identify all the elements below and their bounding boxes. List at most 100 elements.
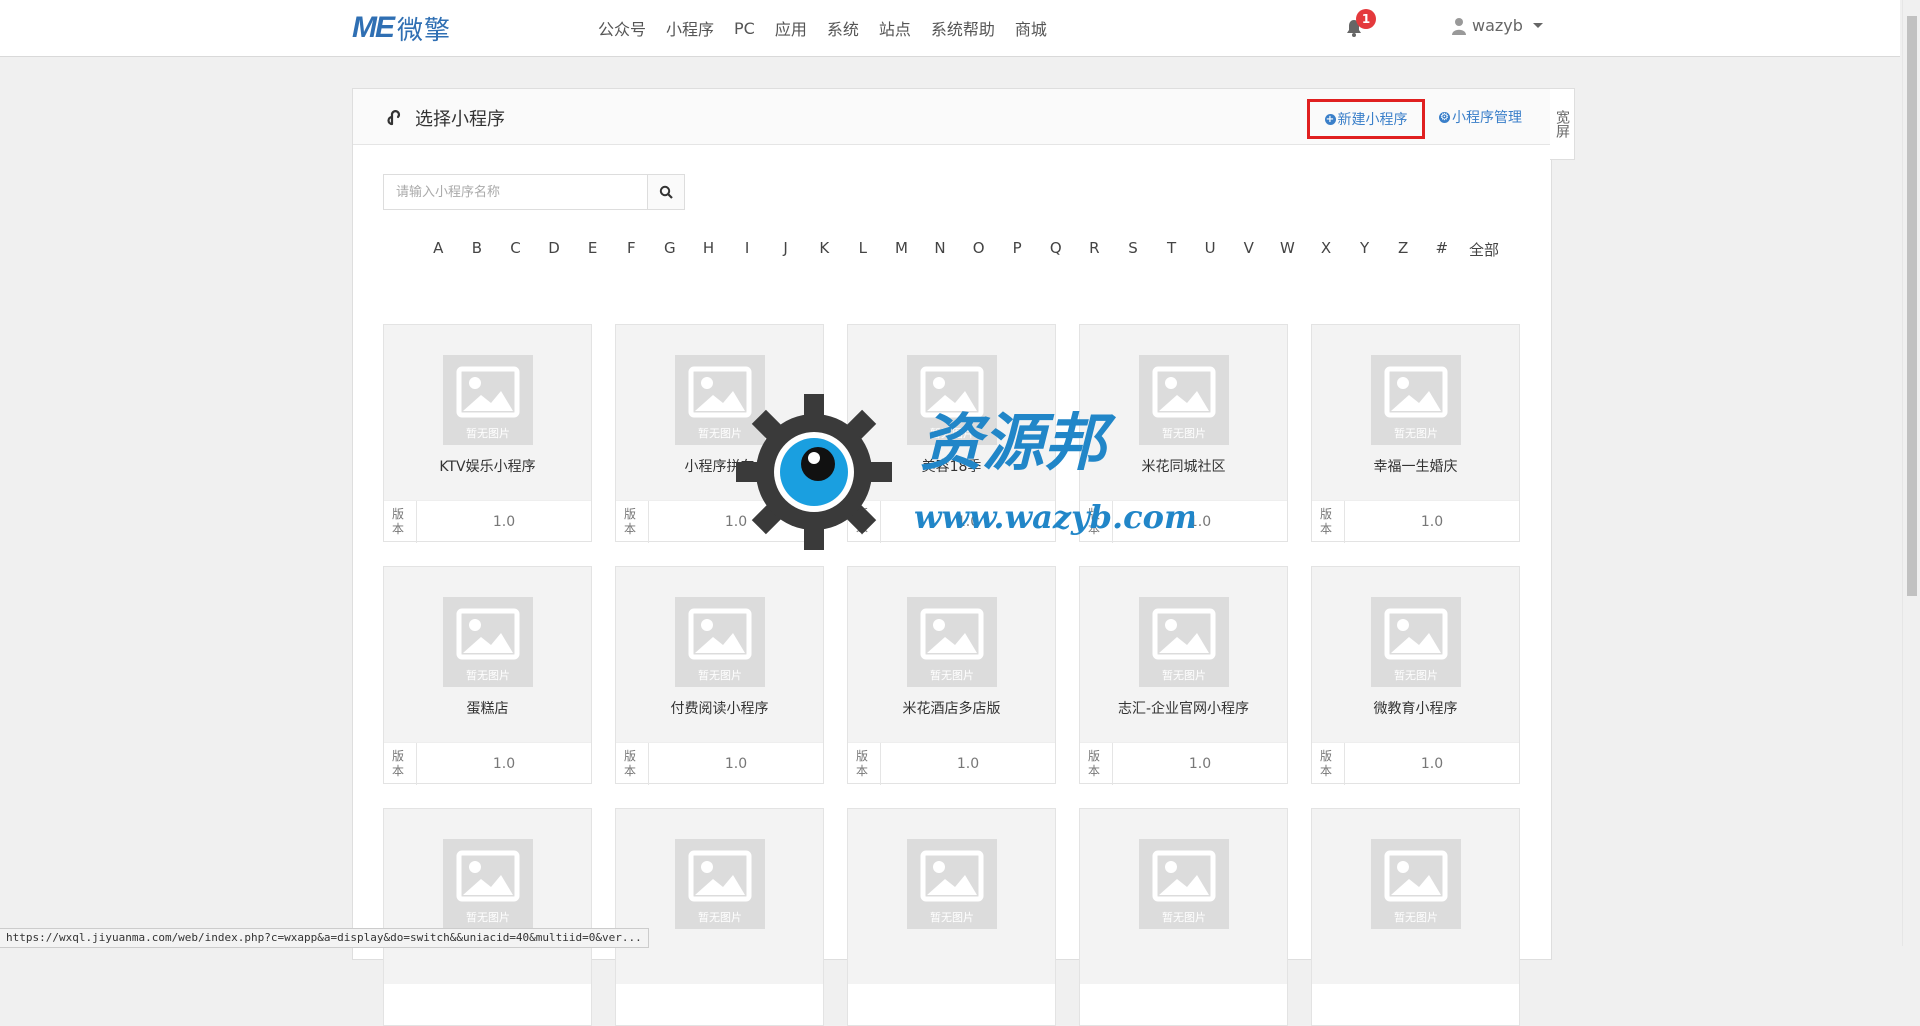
letter-filter-item[interactable]: A bbox=[419, 239, 458, 260]
letter-filter-item[interactable]: S bbox=[1114, 239, 1153, 260]
new-mini-program-button[interactable]: + 新建小程序 bbox=[1307, 99, 1425, 139]
nav-item-apps[interactable]: 应用 bbox=[775, 16, 807, 40]
card-name: 米花酒店多店版 bbox=[902, 701, 1001, 717]
letter-filter-item[interactable]: C bbox=[496, 239, 535, 260]
nav-item-store[interactable]: 商城 bbox=[1015, 16, 1047, 40]
new-mini-program-label: 新建小程序 bbox=[1337, 112, 1408, 128]
no-image-text: 暂无图片 bbox=[930, 669, 974, 682]
version-label: 版本 bbox=[384, 501, 417, 543]
mini-program-card[interactable]: 暂无图片 微教育小程序版本 1.0 bbox=[1311, 566, 1520, 785]
version-label: 版本 bbox=[1312, 743, 1345, 785]
card-cover: 暂无图片 付费阅读小程序 bbox=[616, 567, 823, 742]
letter-filter-item[interactable]: N bbox=[921, 239, 960, 260]
card-footer: 版本 1.0 bbox=[1080, 500, 1287, 544]
letter-filter-item[interactable]: I bbox=[728, 239, 767, 260]
mini-program-card[interactable]: 暂无图片 米花同城社区版本 1.0 bbox=[1079, 324, 1288, 544]
mini-program-card[interactable]: 暂无图片 米花酒店多店版版本 1.0 bbox=[847, 566, 1056, 785]
letter-filter-item[interactable]: Q bbox=[1037, 239, 1076, 260]
image-placeholder-icon: 暂无图片 bbox=[1371, 355, 1461, 445]
card-cover: 暂无图片 蛋糕店 bbox=[384, 567, 591, 742]
nav-item-pc[interactable]: PC bbox=[734, 19, 755, 38]
mini-program-card[interactable]: 暂无图片 美容18季版本 1.0 bbox=[847, 324, 1056, 543]
image-placeholder-icon: 暂无图片 bbox=[443, 355, 533, 445]
letter-filter-item[interactable]: L bbox=[844, 239, 883, 260]
version-value: 1.0 bbox=[724, 756, 748, 772]
mini-program-card[interactable]: 暂无图片 小程序拼车版本 1.0 bbox=[615, 324, 824, 543]
user-icon bbox=[1452, 17, 1466, 35]
letter-filter-item[interactable]: H bbox=[689, 239, 728, 260]
logo[interactable]: ME 微擎 bbox=[352, 11, 451, 46]
mini-program-card[interactable]: 暂无图片 幸福一生婚庆版本 1.0 bbox=[1311, 324, 1520, 544]
card-cover: 暂无图片 bbox=[848, 809, 1055, 984]
mini-program-card[interactable]: 暂无图片 KTV娱乐小程序版本 1.0 bbox=[383, 324, 592, 543]
nav-item-system[interactable]: 系统 bbox=[827, 16, 859, 40]
version-label: 版本 bbox=[848, 501, 881, 543]
nav-item-mini-program[interactable]: 小程序 bbox=[666, 16, 714, 40]
no-image-text: 暂无图片 bbox=[1394, 669, 1438, 682]
search-button[interactable] bbox=[647, 175, 684, 209]
letter-filter-item[interactable]: X bbox=[1307, 239, 1346, 260]
card-cover: 暂无图片 bbox=[616, 809, 823, 984]
image-placeholder-icon: 暂无图片 bbox=[907, 355, 997, 445]
mini-program-card[interactable]: 暂无图片 bbox=[1311, 808, 1520, 1026]
manage-mini-program-button[interactable]: ⚙ 小程序管理 bbox=[1439, 107, 1522, 127]
card-footer: 版本 1.0 bbox=[1312, 500, 1519, 544]
card-cover: 暂无图片美容18季 bbox=[848, 325, 1055, 500]
letter-filter-item[interactable]: # bbox=[1422, 239, 1461, 260]
letter-filter-item[interactable]: V bbox=[1229, 239, 1268, 260]
letter-filter-item[interactable]: T bbox=[1152, 239, 1191, 260]
letter-filter-item[interactable]: F bbox=[612, 239, 651, 260]
plus-circle-icon: + bbox=[1324, 113, 1336, 125]
letter-filter-item[interactable]: E bbox=[573, 239, 612, 260]
mini-program-card[interactable]: 暂无图片 bbox=[615, 808, 824, 1026]
version-value: 1.0 bbox=[1420, 514, 1444, 530]
mini-program-card[interactable]: 暂无图片 bbox=[383, 808, 592, 1026]
panel-title-text: 选择小程序 bbox=[415, 109, 505, 130]
nav-item-help[interactable]: 系统帮助 bbox=[931, 16, 995, 40]
card-footer: 版本 1.0 bbox=[384, 742, 591, 786]
nav-item-official-account[interactable]: 公众号 bbox=[598, 16, 646, 40]
image-placeholder-icon: 暂无图片 bbox=[675, 839, 765, 929]
version-value: 1.0 bbox=[956, 756, 980, 772]
version-label: 版本 bbox=[1080, 501, 1113, 543]
no-image-text: 暂无图片 bbox=[1162, 669, 1206, 682]
letter-filter-item[interactable]: W bbox=[1268, 239, 1307, 260]
letter-filter-item[interactable]: K bbox=[805, 239, 844, 260]
card-cover: 暂无图片 小程序拼车 bbox=[616, 325, 823, 500]
version-label: 版本 bbox=[616, 501, 649, 543]
no-image-text: 暂无图片 bbox=[698, 669, 742, 682]
mini-program-card[interactable]: 暂无图片 蛋糕店版本 1.0 bbox=[383, 566, 592, 786]
card-cover: 暂无图片 bbox=[1080, 809, 1287, 984]
letter-filter-item[interactable]: U bbox=[1191, 239, 1230, 260]
no-image-text: 暂无图片 bbox=[466, 911, 510, 924]
letter-filter-item[interactable]: D bbox=[535, 239, 574, 260]
image-placeholder-icon: 暂无图片 bbox=[1139, 597, 1229, 687]
letter-filter-item[interactable]: Z bbox=[1384, 239, 1423, 260]
card-name: 米花同城社区 bbox=[1141, 459, 1226, 475]
version-value: 1.0 bbox=[1188, 514, 1212, 530]
search-input[interactable] bbox=[384, 175, 647, 209]
letter-filter-item[interactable]: P bbox=[998, 239, 1037, 260]
letter-filter-item[interactable]: G bbox=[651, 239, 690, 260]
vertical-scrollbar[interactable] bbox=[1902, 0, 1920, 946]
chevron-down-icon bbox=[1532, 23, 1543, 28]
letter-filter-item[interactable]: Y bbox=[1345, 239, 1384, 260]
letter-filter-item[interactable]: M bbox=[882, 239, 921, 260]
wide-screen-toggle[interactable]: 宽屏 bbox=[1550, 88, 1575, 160]
letter-filter-item[interactable]: O bbox=[959, 239, 998, 260]
card-name: 志汇-企业官网小程序 bbox=[1117, 701, 1250, 717]
mini-program-card[interactable]: 暂无图片 付费阅读小程序版本 1.0 bbox=[615, 566, 824, 785]
mini-program-card[interactable]: 暂无图片 志汇-企业官网小程序版本 1.0 bbox=[1079, 566, 1288, 785]
letter-filter-item[interactable]: 全部 bbox=[1461, 239, 1507, 260]
scroll-thumb[interactable] bbox=[1907, 16, 1917, 596]
card-name: 美容18季 bbox=[921, 459, 982, 475]
user-menu[interactable]: wazyb bbox=[1452, 16, 1543, 35]
nav-item-site[interactable]: 站点 bbox=[879, 16, 911, 40]
image-placeholder-icon: 暂无图片 bbox=[443, 597, 533, 687]
letter-filter-item[interactable]: R bbox=[1075, 239, 1114, 260]
version-value: 1.0 bbox=[492, 514, 516, 530]
mini-program-card[interactable]: 暂无图片 bbox=[1079, 808, 1288, 1026]
mini-program-card[interactable]: 暂无图片 bbox=[847, 808, 1056, 1026]
letter-filter-item[interactable]: J bbox=[766, 239, 805, 260]
letter-filter-item[interactable]: B bbox=[458, 239, 497, 260]
